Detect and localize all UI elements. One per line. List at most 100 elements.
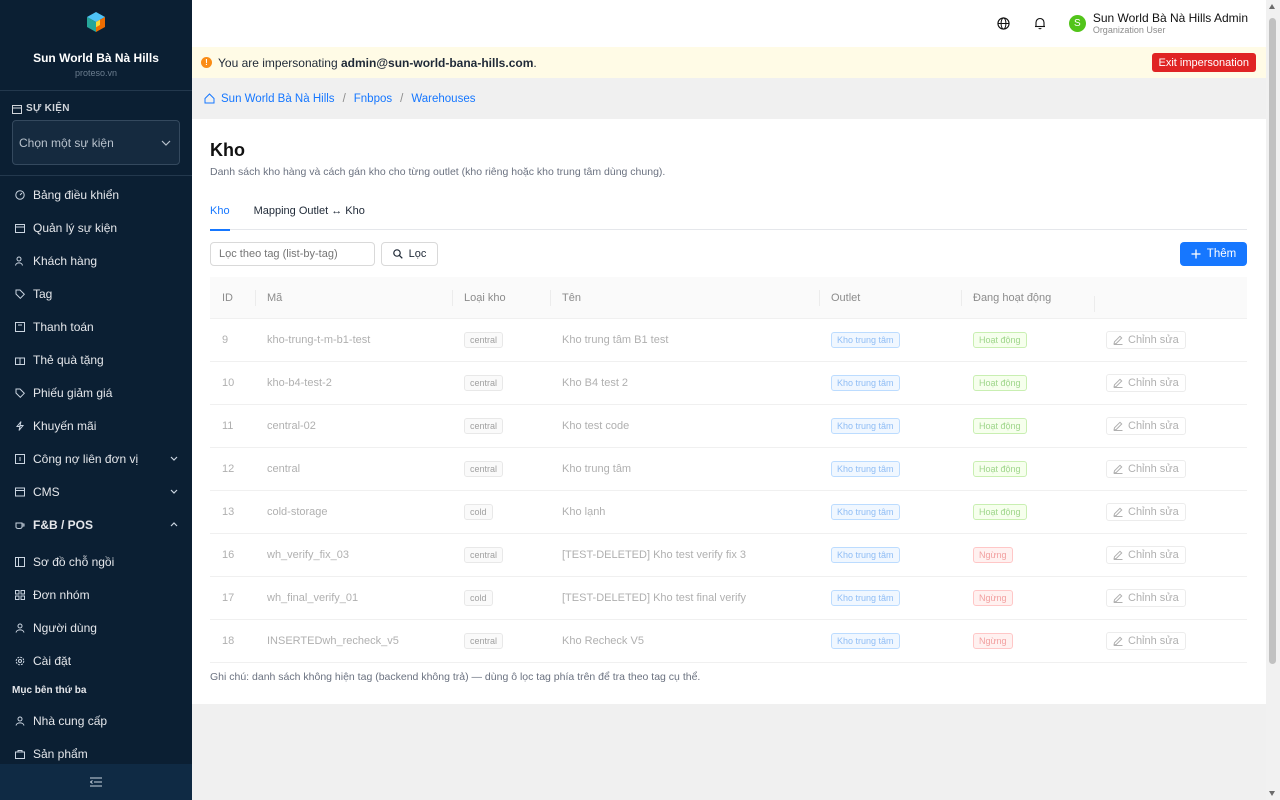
cell-name: Kho trung tâm [562, 463, 632, 475]
breadcrumb: Sun World Bà Nà Hills / Fnbpos / Warehou… [192, 78, 1266, 119]
cell-name: [TEST-DELETED] Kho test final verify [562, 592, 747, 604]
nav-item-events[interactable]: Quản lý sự kiện [0, 211, 192, 244]
table-row: 11 central-02 central Kho test code Kho trun… [210, 405, 1247, 448]
edit-icon [1113, 464, 1123, 474]
edit-button[interactable]: Chỉnh sửa [1106, 632, 1186, 650]
filter-button[interactable]: Lọc [381, 242, 438, 266]
outlet-tag: Kho trung tâm [831, 375, 900, 391]
brand-name: Sun World Bà Nà Hills [33, 51, 159, 65]
nav-item-supplier[interactable]: Nhà cung cấp [0, 704, 192, 737]
scroll-up-arrow-icon[interactable] [1269, 4, 1275, 9]
edit-button[interactable]: Chỉnh sửa [1106, 331, 1186, 349]
brand-subtitle: proteso.vn [74, 68, 118, 78]
impersonation-email: admin@sun-world-bana-hills.com [340, 55, 534, 70]
nav-item-promotion[interactable]: Khuyến mãi [0, 409, 192, 442]
event-select-value: Chọn một sự kiện [19, 135, 114, 150]
cell-code: INSERTEDwh_recheck_v5 [267, 635, 399, 647]
avatar: S [1068, 15, 1086, 32]
edit-button[interactable]: Chỉnh sửa [1106, 503, 1186, 521]
cell-id: 16 [222, 549, 235, 561]
user-name: Sun World Bà Nà Hills Admin [1092, 11, 1248, 25]
nav-item-seat-map[interactable]: Sơ đồ chỗ ngồi [0, 545, 192, 578]
table-note: Ghi chú: danh sách không hiện tag (backe… [210, 671, 701, 683]
event-section-title: SỰ KIỆN [12, 103, 180, 114]
table-row: 16 wh_verify_fix_03 central [TEST-DELETED] … [210, 534, 1247, 577]
calendar-icon [12, 104, 22, 114]
nav-item-dashboard[interactable]: Bảng điều khiển [0, 178, 192, 211]
brand: Sun World Bà Nà Hills proteso.vn [0, 0, 192, 91]
page-scrollbar-thumb[interactable] [1269, 18, 1276, 664]
page-title: Kho [210, 140, 245, 160]
outlet-tag: Kho trung tâm [831, 332, 900, 348]
table-row: 18 INSERTEDwh_recheck_v5 central Kho Rechec… [210, 620, 1247, 663]
nav-item-customers[interactable]: Khách hàng [0, 244, 192, 277]
sidebar-collapse-button[interactable] [0, 764, 192, 800]
outlet-tag: Kho trung tâm [831, 504, 900, 520]
outlet-tag: Kho trung tâm [831, 461, 900, 477]
nav-item-gift-card[interactable]: Thẻ quà tặng [0, 343, 192, 376]
nav-item-group-order[interactable]: Đơn nhóm [0, 578, 192, 611]
breadcrumb-item-fnbpos[interactable]: Fnbpos [354, 93, 392, 105]
bag-icon [15, 749, 25, 759]
edit-button[interactable]: Chỉnh sửa [1106, 460, 1186, 478]
edit-button[interactable]: Chỉnh sửa [1106, 417, 1186, 435]
breadcrumb-item-org[interactable]: Sun World Bà Nà Hills [221, 93, 335, 105]
cell-code: kho-trung-t-m-b1-test [267, 334, 371, 346]
coffee-icon [15, 520, 25, 530]
edit-icon [1113, 550, 1123, 560]
cell-code: central-02 [267, 420, 316, 432]
column-header-type: Loại kho [452, 289, 550, 306]
cell-name: [TEST-DELETED] Kho test verify fix 3 [562, 549, 746, 561]
event-select[interactable]: Chọn một sự kiện [12, 120, 180, 165]
breadcrumb-item-warehouses[interactable]: Warehouses [411, 93, 475, 105]
status-badge: Hoạt động [973, 504, 1027, 520]
nav-item-payment[interactable]: Thanh toán [0, 310, 192, 343]
status-badge: Ngừng [973, 547, 1013, 563]
nav-item-tag[interactable]: Tag [0, 277, 192, 310]
nav-item-debt[interactable]: Công nợ liên đơn vị [0, 442, 192, 475]
home-icon[interactable] [204, 93, 215, 104]
globe-icon[interactable] [997, 17, 1011, 31]
cell-code: cold-storage [267, 506, 328, 518]
dashboard-icon [15, 189, 25, 200]
plus-icon [1191, 249, 1201, 259]
nav-item-users[interactable]: Người dùng [0, 611, 192, 644]
add-button[interactable]: Thêm [1180, 242, 1247, 266]
exit-impersonation-button[interactable]: Exit impersonation [1151, 53, 1256, 72]
nav-item-cms[interactable]: CMS [0, 475, 192, 508]
cell-name: Kho Recheck V5 [562, 635, 644, 647]
column-header-id: ID [222, 291, 233, 304]
user-icon [15, 623, 25, 633]
nav-item-coupon[interactable]: Phiếu giảm giá [0, 376, 192, 409]
outlet-tag: Kho trung tâm [831, 633, 900, 649]
cell-id: 10 [222, 377, 235, 389]
type-tag: cold [464, 590, 493, 606]
edit-button[interactable]: Chỉnh sửa [1106, 589, 1186, 607]
user-menu[interactable]: S Sun World Bà Nà Hills Admin Organizati… [1068, 11, 1248, 35]
warning-icon: ! [201, 57, 212, 68]
table-row: 9 kho-trung-t-m-b1-test central Kho trung t… [210, 319, 1247, 362]
tab-mapping[interactable]: Mapping Outlet ↔ Kho [254, 205, 365, 230]
cell-name: Kho B4 test 2 [562, 377, 629, 389]
type-tag: central [464, 461, 504, 477]
edit-icon [1113, 593, 1123, 603]
edit-icon [1113, 378, 1123, 388]
supplier-icon [15, 716, 25, 726]
cell-name: Kho test code [562, 420, 630, 432]
tab-warehouses[interactable]: Kho [210, 205, 230, 231]
nav-item-fnb-pos[interactable]: F&B / POS [0, 508, 192, 541]
search-icon [392, 249, 403, 259]
scroll-down-arrow-icon[interactable] [1269, 791, 1275, 796]
edit-button[interactable]: Chỉnh sửa [1106, 374, 1186, 392]
nav-item-settings[interactable]: Cài đặt [0, 644, 192, 677]
grid-icon [15, 589, 25, 600]
chevron-down-icon [161, 140, 171, 146]
bell-icon[interactable] [1033, 17, 1047, 31]
tag-filter-input[interactable] [210, 242, 375, 266]
nav-menu: Bảng điều khiển Quản lý sự kiện Khách hà… [0, 178, 192, 677]
edit-button[interactable]: Chỉnh sửa [1106, 546, 1186, 564]
table-header: ID Mã Loại kho Tên Outlet Đang hoạt động [210, 277, 1247, 319]
cms-icon [15, 487, 25, 497]
column-header-outlet: Outlet [819, 289, 961, 306]
users-icon [15, 256, 25, 266]
